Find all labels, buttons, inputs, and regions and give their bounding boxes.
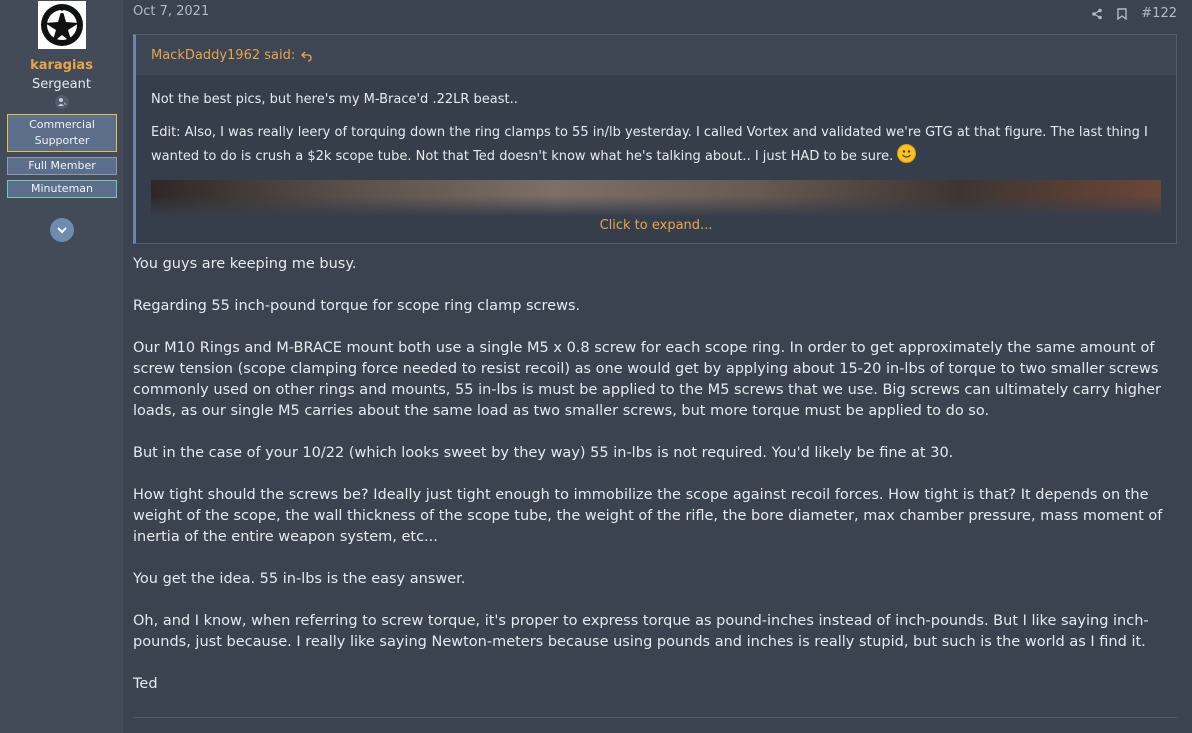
smiley-icon	[897, 144, 917, 163]
banner-minuteman: Minuteman	[7, 180, 117, 198]
quote-block: MackDaddy1962 said: Not the best pics, b…	[133, 34, 1177, 244]
post-body: You guys are keeping me busy. Regarding …	[133, 254, 1177, 695]
quote-image-preview	[151, 180, 1161, 216]
avatar[interactable]	[37, 1, 86, 49]
avatar-logo-icon	[40, 4, 83, 46]
banner-full-member: Full Member	[7, 157, 117, 175]
user-title: Sergeant	[32, 77, 91, 92]
post-footer-divider	[133, 717, 1177, 718]
share-icon[interactable]	[1091, 8, 1103, 20]
post-paragraph: Regarding 55 inch-pound torque for scope…	[133, 298, 581, 314]
post-header: Oct 7, 2021 #122	[133, 0, 1177, 34]
username[interactable]: karagias	[0, 58, 123, 73]
quote-author[interactable]: MackDaddy1962 said:	[151, 48, 295, 63]
chevron-down-icon	[56, 227, 67, 234]
banner-commercial-supporter: Commercial Supporter	[7, 114, 117, 152]
expand-user-button[interactable]	[49, 218, 74, 242]
post-signature: Ted	[133, 676, 158, 692]
quote-paragraph: Not the best pics, but here's my M-Brace…	[151, 92, 518, 107]
quote-paragraph: Edit: Also, I was really leery of torqui…	[151, 125, 1148, 164]
reply-arrow-icon[interactable]	[301, 50, 313, 62]
post-main: Oct 7, 2021 #122 MackDaddy1962 said: Not…	[133, 0, 1192, 733]
post-number[interactable]: #122	[1141, 6, 1177, 21]
bookmark-icon[interactable]	[1117, 7, 1127, 20]
moderator-icon	[54, 95, 69, 109]
click-to-expand-link[interactable]: Click to expand...	[136, 216, 1176, 243]
post-paragraph: Oh, and I know, when referring to screw …	[133, 613, 1149, 650]
post-date[interactable]: Oct 7, 2021	[133, 4, 209, 19]
post-paragraph: Our M10 Rings and M-BRACE mount both use…	[133, 340, 1162, 419]
post-paragraph: But in the case of your 10/22 (which loo…	[133, 445, 954, 461]
user-cell: karagias Sergeant Commercial Supporter F…	[0, 0, 133, 733]
post-paragraph: You guys are keeping me busy.	[133, 256, 357, 272]
post-paragraph: How tight should the screws be? Ideally …	[133, 487, 1163, 545]
post-paragraph: You get the idea. 55 in-lbs is the easy …	[133, 571, 466, 587]
